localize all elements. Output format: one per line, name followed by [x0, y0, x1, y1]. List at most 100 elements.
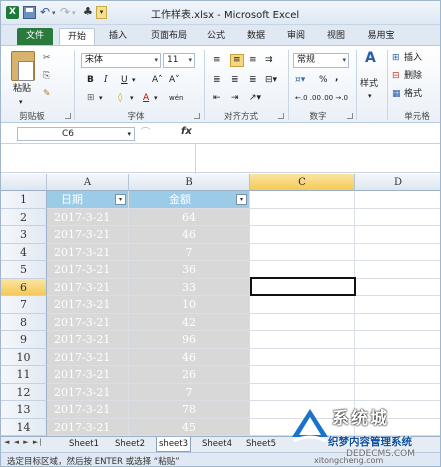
- cell-empty[interactable]: [355, 279, 440, 296]
- cell-empty[interactable]: [355, 296, 440, 314]
- underline-button[interactable]: U: [121, 74, 128, 86]
- cell-empty[interactable]: [250, 243, 355, 261]
- fill-color-icon[interactable]: ◊: [118, 92, 122, 104]
- row-header-8[interactable]: 8: [1, 313, 47, 331]
- fill-dropdown-icon[interactable]: ▾: [130, 92, 134, 104]
- paste-button[interactable]: 粘贴: [13, 83, 31, 95]
- save-icon[interactable]: [23, 6, 36, 19]
- insert-cells-icon[interactable]: ⊞: [392, 52, 400, 64]
- cell-date[interactable]: 2017-3-21: [47, 278, 129, 296]
- delete-cells-button[interactable]: 删除: [404, 70, 422, 82]
- cell-empty[interactable]: [355, 191, 440, 209]
- select-all-corner[interactable]: [1, 174, 47, 191]
- cell-empty[interactable]: [250, 261, 355, 279]
- cell-empty[interactable]: [355, 314, 440, 331]
- cell-empty[interactable]: [355, 384, 440, 401]
- tab-home[interactable]: 开始: [59, 28, 95, 45]
- alignment-launcher-icon[interactable]: [278, 113, 284, 119]
- cell-date[interactable]: 2017-3-21: [47, 348, 129, 366]
- cell-empty[interactable]: [250, 226, 355, 244]
- column-header-c[interactable]: C: [250, 174, 355, 191]
- decrease-indent-icon[interactable]: ⇤: [213, 92, 221, 104]
- row-header-10[interactable]: 10: [1, 348, 47, 366]
- cell-amount[interactable]: 96: [129, 331, 250, 349]
- cell-amount[interactable]: 64: [129, 208, 250, 226]
- insert-cells-button[interactable]: 插入: [404, 52, 422, 64]
- clipboard-launcher-icon[interactable]: [65, 113, 71, 119]
- row-header-9[interactable]: 9: [1, 331, 47, 349]
- copy-icon[interactable]: ⎘: [43, 70, 50, 82]
- format-cells-icon[interactable]: ▦: [392, 88, 401, 100]
- cell-amount[interactable]: 42: [129, 313, 250, 331]
- number-launcher-icon[interactable]: [347, 113, 353, 119]
- cell-empty[interactable]: [250, 208, 355, 226]
- row-header-2[interactable]: 2: [1, 208, 47, 226]
- tab-view[interactable]: 视图: [321, 28, 351, 45]
- orientation-icon[interactable]: ↗▾: [249, 92, 261, 104]
- row-header-1[interactable]: 1: [1, 191, 47, 209]
- cell-empty[interactable]: [355, 244, 440, 261]
- tab-file[interactable]: 文件: [17, 28, 53, 45]
- cell-date[interactable]: 2017-3-21: [47, 261, 129, 279]
- column-header-b[interactable]: B: [129, 174, 250, 191]
- tab-review[interactable]: 审阅: [281, 28, 311, 45]
- cell-empty[interactable]: [355, 226, 440, 244]
- cell-date[interactable]: 2017-3-21: [47, 243, 129, 261]
- cell-empty[interactable]: [250, 348, 355, 366]
- insert-function-icon[interactable]: fx: [181, 126, 192, 137]
- cell-empty[interactable]: [355, 209, 440, 226]
- cell-amount[interactable]: 36: [129, 261, 250, 279]
- cell-amount[interactable]: 45: [129, 418, 250, 436]
- cell-date[interactable]: 2017-3-21: [47, 331, 129, 349]
- merge-center-icon[interactable]: ⊟▾: [265, 74, 277, 86]
- cell-date[interactable]: 2017-3-21: [47, 313, 129, 331]
- filter-dropdown-icon[interactable]: ▾: [115, 194, 126, 205]
- sheet-tab-sheet2[interactable]: Sheet2: [113, 437, 147, 452]
- paste-dropdown-icon[interactable]: ▾: [19, 96, 23, 108]
- bold-button[interactable]: B: [87, 74, 94, 86]
- sheet-nav-buttons[interactable]: ◄ ◄ ► ►|: [4, 438, 43, 446]
- cell-empty[interactable]: [355, 349, 440, 366]
- currency-icon[interactable]: ¤▾: [295, 74, 305, 86]
- cell-date[interactable]: 2017-3-21: [47, 296, 129, 314]
- excel-app-icon[interactable]: X: [6, 6, 19, 19]
- cell-empty[interactable]: [250, 366, 355, 384]
- decrease-decimal-button[interactable]: .00 →.0: [322, 92, 348, 104]
- row-header-5[interactable]: 5: [1, 261, 47, 279]
- cell-empty[interactable]: [250, 313, 355, 331]
- row-header-3[interactable]: 3: [1, 226, 47, 244]
- tab-data[interactable]: 数据: [241, 28, 271, 45]
- row-header-7[interactable]: 7: [1, 296, 47, 314]
- cell-amount[interactable]: 33: [129, 278, 250, 296]
- comma-button[interactable]: ,: [335, 72, 338, 84]
- wrap-text-icon[interactable]: ⇉: [265, 54, 273, 66]
- italic-button[interactable]: I: [104, 74, 108, 86]
- align-bottom-icon[interactable]: ≡: [249, 54, 257, 66]
- cell-empty[interactable]: [355, 261, 440, 279]
- styles-dropdown-icon[interactable]: ▾: [368, 90, 372, 102]
- cut-icon[interactable]: ✂: [43, 52, 51, 64]
- align-center-icon[interactable]: ≣: [231, 74, 239, 86]
- formula-cancel-icon[interactable]: ⌒: [141, 125, 150, 138]
- number-format-select[interactable]: 常规 ▾: [293, 53, 349, 68]
- row-header-11[interactable]: 11: [1, 366, 47, 384]
- border-icon[interactable]: ⊞: [87, 92, 95, 104]
- percent-button[interactable]: %: [319, 74, 328, 86]
- filter-dropdown-icon[interactable]: ▾: [236, 194, 247, 205]
- cell-empty[interactable]: [250, 331, 355, 349]
- cell-empty[interactable]: [355, 366, 440, 384]
- share-icon[interactable]: ♣: [83, 6, 96, 19]
- underline-dropdown-icon[interactable]: ▾: [132, 74, 136, 86]
- phonetic-button[interactable]: wén: [169, 92, 183, 104]
- cell-amount[interactable]: 26: [129, 366, 250, 384]
- tab-easy-tools[interactable]: 易用宝: [361, 28, 401, 45]
- column-header-d[interactable]: D: [355, 174, 440, 191]
- name-box[interactable]: C6 ▾: [17, 127, 135, 141]
- cell-amount[interactable]: 10: [129, 296, 250, 314]
- cell-date[interactable]: 2017-3-21: [47, 418, 129, 436]
- delete-cells-icon[interactable]: ⊟: [392, 70, 400, 82]
- row-header-13[interactable]: 13: [1, 401, 47, 419]
- worksheet-grid[interactable]: A B C D 1 日期 ▾ 金额 ▾ 2 2017-3-21 64 3 2017-3-21 46 4…: [1, 174, 440, 436]
- paste-icon[interactable]: [11, 51, 35, 81]
- tab-insert[interactable]: 插入: [101, 28, 135, 45]
